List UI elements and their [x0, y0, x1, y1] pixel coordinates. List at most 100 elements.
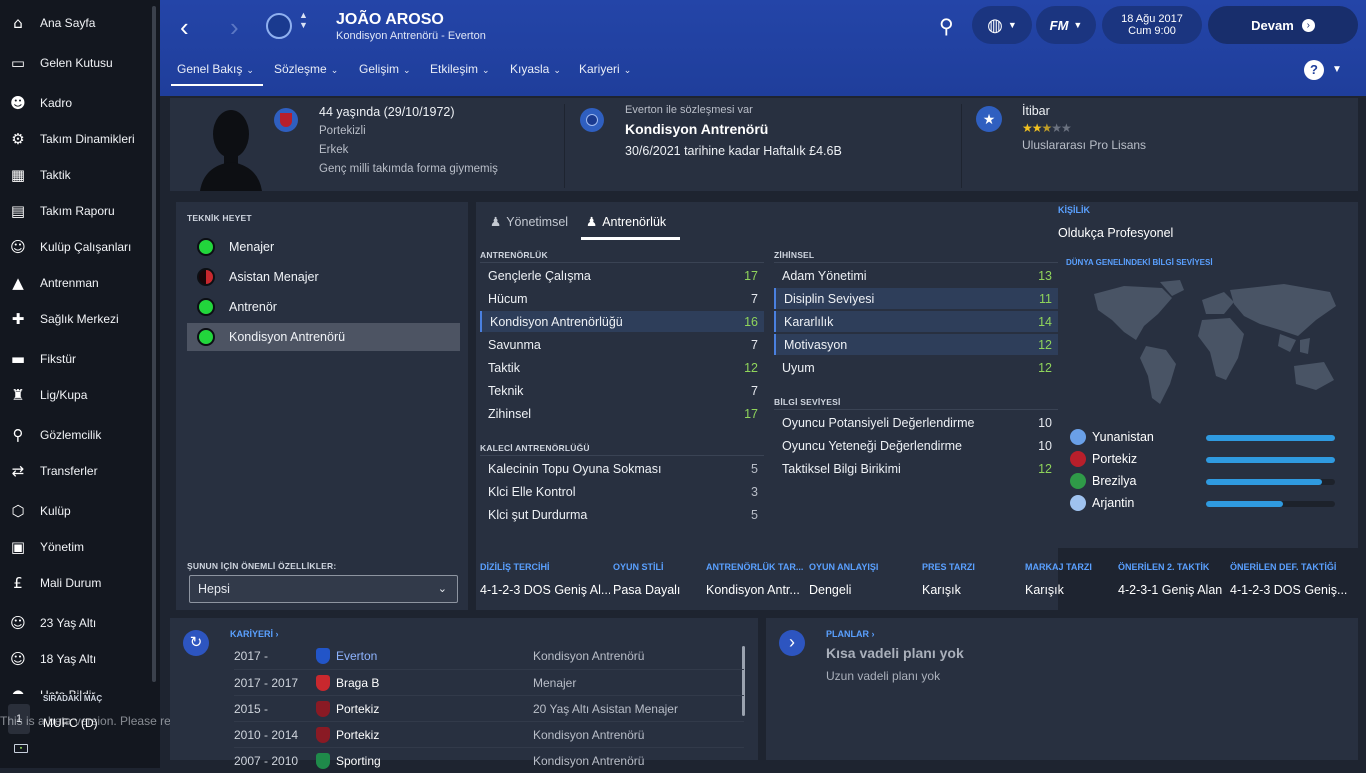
- help-icon[interactable]: ?: [1304, 60, 1324, 80]
- attribute-row[interactable]: Oyuncu Yeteneği Değerlendirme 10: [774, 435, 1058, 456]
- person-name: JOÃO AROSO: [336, 11, 444, 28]
- back-arrow-icon[interactable]: ‹: [180, 12, 189, 43]
- sidebar-item-13[interactable]: ⬡ Kulüp: [0, 496, 152, 526]
- preference-value: Dengeli: [809, 583, 852, 597]
- filter-label: ŞUNUN İÇİN ÖNEMLİ ÖZELLİKLER:: [187, 561, 337, 571]
- attribute-label: Disiplin Seviyesi: [784, 291, 875, 306]
- age-text: 44 yaşında (29/10/1972): [319, 105, 455, 119]
- attribute-row[interactable]: Taktik 12: [480, 357, 764, 378]
- attribute-row[interactable]: Zihinsel 17: [480, 403, 764, 424]
- tab-nav-1[interactable]: Sözleşme ⌄: [274, 62, 338, 76]
- tab-nav-5[interactable]: Kariyeri ⌄: [579, 62, 631, 76]
- career-row[interactable]: 2010 - 2014 Portekiz Kondisyon Antrenörü: [234, 721, 744, 747]
- tab-nav-0[interactable]: Genel Bakış ⌄: [177, 62, 254, 76]
- u23-icon: ☺: [10, 614, 26, 632]
- country-name: Yunanistan: [1092, 430, 1154, 444]
- attribute-row[interactable]: Oyuncu Potansiyeli Değerlendirme 10: [774, 412, 1058, 433]
- sidebar-item-2[interactable]: ☻ Kadro: [0, 88, 152, 118]
- sidebar-item-16[interactable]: ☺ 23 Yaş Altı: [0, 608, 152, 638]
- filter-select[interactable]: Hepsi ⌄: [189, 575, 458, 603]
- attribute-row[interactable]: Gençlerle Çalışma 17: [480, 265, 764, 286]
- attribute-row[interactable]: Teknik 7: [480, 380, 764, 401]
- attribute-row[interactable]: Uyum 12: [774, 357, 1058, 378]
- sidebar-item-12[interactable]: ⇄ Transferler: [0, 456, 152, 486]
- world-menu-button[interactable]: ◍ ▼: [972, 6, 1032, 44]
- chevron-down-icon[interactable]: ▼: [1332, 64, 1342, 75]
- sidebar-item-14[interactable]: ▣ Yönetim: [0, 532, 152, 562]
- career-row[interactable]: 2015 - Portekiz 20 Yaş Altı Asistan Menaje…: [234, 695, 744, 721]
- attribute-row[interactable]: Kalecinin Topu Oyuna Sokması 5: [480, 458, 764, 479]
- fm-menu-button[interactable]: FM ▼: [1036, 6, 1096, 44]
- chevron-down-icon: ⌄: [482, 65, 490, 75]
- attribute-row[interactable]: Taktiksel Bilgi Birikimi 12: [774, 458, 1058, 479]
- attribute-row[interactable]: Hücum 7: [480, 288, 764, 309]
- sidebar-item-0[interactable]: ⌂ Ana Sayfa: [0, 8, 152, 38]
- attribute-row[interactable]: Klci şut Durdurma 5: [480, 504, 764, 525]
- career-title-text: KARİYERİ: [230, 629, 274, 639]
- person-subtitle[interactable]: Kondisyon Antrenörü - Everton: [336, 30, 486, 42]
- staff-row[interactable]: Asistan Menajer: [187, 263, 460, 291]
- attribute-row[interactable]: Disiplin Seviyesi 11: [774, 288, 1058, 309]
- tab-nav-label: Kariyeri: [579, 62, 620, 76]
- forward-icon[interactable]: ›: [779, 630, 805, 656]
- keyboard-icon[interactable]: ▪: [14, 744, 28, 753]
- sidebar-item-label: Kadro: [40, 96, 73, 110]
- preference-heading: PRES TARZI: [922, 562, 975, 572]
- sidebar-item-11[interactable]: ⚲ Gözlemcilik: [0, 420, 152, 450]
- career-row[interactable]: 2007 - 2010 Sporting Kondisyon Antrenörü: [234, 747, 744, 773]
- chevron-down-icon: ⌄: [437, 583, 447, 595]
- attribute-row[interactable]: Klci Elle Kontrol 3: [480, 481, 764, 502]
- career-row[interactable]: 2017 - 2017 Braga B Menajer: [234, 669, 744, 695]
- career-row[interactable]: 2017 - Everton Kondisyon Antrenörü: [234, 643, 744, 669]
- attribute-row[interactable]: Motivasyon 12: [774, 334, 1058, 355]
- finance-icon: £: [13, 574, 23, 592]
- sidebar-item-9[interactable]: ▬ Fikstür: [0, 344, 152, 374]
- next-match-panel[interactable]: 1 SIRADAKİ MAÇ MUFC (D) ▪: [0, 694, 160, 768]
- sidebar-item-7[interactable]: ▲ Antrenman: [0, 268, 152, 298]
- tab-nav-3[interactable]: Etkileşim ⌄: [430, 62, 490, 76]
- career-club: Portekiz: [336, 702, 380, 716]
- attribute-row[interactable]: Kondisyon Antrenörlüğü 16: [480, 311, 764, 332]
- sidebar-item-10[interactable]: ♜ Lig/Kupa: [0, 380, 152, 410]
- attribute-row[interactable]: Kararlılık 14: [774, 311, 1058, 332]
- career-club[interactable]: Everton: [336, 649, 377, 663]
- sidebar-item-3[interactable]: ⚙ Takım Dinamikleri: [0, 124, 152, 154]
- date-display[interactable]: 18 Ağu 2017 Cum 9:00: [1102, 6, 1202, 44]
- career-title[interactable]: KARİYERİ ›: [230, 629, 279, 639]
- career-club: Portekiz: [336, 728, 380, 742]
- staff-switch-icon[interactable]: ▲ ▼: [299, 10, 308, 30]
- sidebar-item-17[interactable]: ☺ 18 Yaş Altı: [0, 644, 152, 674]
- tab-nav-4[interactable]: Kıyasla ⌄: [510, 62, 561, 76]
- attribute-row[interactable]: Savunma 7: [480, 334, 764, 355]
- forward-arrow-icon[interactable]: ›: [230, 12, 239, 43]
- knowledge-bar: [1206, 435, 1335, 441]
- staff-row[interactable]: Kondisyon Antrenörü: [187, 323, 460, 351]
- club-crest-icon: [316, 727, 330, 743]
- sidebar-item-8[interactable]: ✚ Sağlık Merkezi: [0, 304, 152, 334]
- continue-button[interactable]: Devam ›: [1208, 6, 1358, 44]
- tab-nav-2[interactable]: Gelişim ⌄: [359, 62, 411, 76]
- sidebar-item-label: Kulüp: [40, 504, 71, 518]
- attribute-label: Oyuncu Yeteneği Değerlendirme: [782, 438, 962, 453]
- sidebar-item-1[interactable]: ▭ Gelen Kutusu: [0, 48, 152, 78]
- divider: [480, 262, 764, 263]
- sidebar-item-15[interactable]: £ Mali Durum: [0, 568, 152, 598]
- country-name: Arjantin: [1092, 496, 1135, 510]
- staff-row[interactable]: Antrenör: [187, 293, 460, 321]
- sidebar-item-4[interactable]: ▦ Taktik: [0, 160, 152, 190]
- tab-coaching[interactable]: ♟ Antrenörlük: [586, 214, 666, 230]
- sidebar-item-5[interactable]: ▤ Takım Raporu: [0, 196, 152, 226]
- sidebar-item-6[interactable]: ☺ Kulüp Çalışanları: [0, 232, 152, 262]
- attribute-value: 17: [744, 268, 758, 283]
- staff-row[interactable]: Menajer: [187, 233, 460, 261]
- everton-crest-icon[interactable]: [266, 13, 292, 39]
- career-role: Menajer: [533, 676, 577, 690]
- staff-row-label: Asistan Menajer: [229, 270, 319, 284]
- knowledge-title: BİLGİ SEVİYESİ: [774, 397, 841, 407]
- tab-management[interactable]: ♟ Yönetimsel: [490, 214, 568, 230]
- sidebar-scrollbar[interactable]: [152, 6, 156, 682]
- tab-nav-label: Kıyasla: [510, 62, 550, 76]
- attribute-row[interactable]: Adam Yönetimi 13: [774, 265, 1058, 286]
- plans-title[interactable]: PLANLAR ›: [826, 629, 875, 639]
- search-icon[interactable]: ⚲: [939, 14, 954, 39]
